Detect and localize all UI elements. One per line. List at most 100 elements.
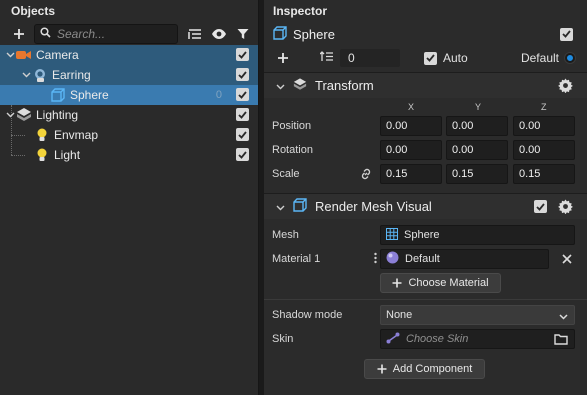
add-component-row: Add Component	[264, 357, 587, 381]
rotation-row: Rotation 0.00 0.00 0.00	[264, 138, 587, 162]
transform-icon	[293, 77, 307, 94]
scale-z-field[interactable]: 0.15	[513, 164, 575, 184]
add-object-icon[interactable]	[10, 25, 28, 43]
tree-item-label: Lighting	[36, 108, 79, 122]
chevron-down-icon[interactable]	[276, 79, 285, 93]
axis-z-label: Z	[541, 102, 547, 112]
rotation-y-field[interactable]: 0.00	[446, 140, 508, 160]
enabled-checkbox[interactable]	[236, 88, 249, 101]
rotation-x-field[interactable]: 0.00	[380, 140, 442, 160]
position-row: Position 0.00 0.00 0.00	[264, 114, 587, 138]
chevron-down-icon[interactable]	[4, 105, 16, 125]
tree-item-earring[interactable]: Earring	[0, 65, 258, 85]
auto-toggle[interactable]: Auto	[424, 51, 468, 65]
skin-placeholder: Choose Skin	[406, 333, 469, 345]
close-icon[interactable]	[562, 253, 572, 267]
position-z-field[interactable]: 0.00	[513, 116, 575, 136]
auto-label: Auto	[443, 51, 468, 65]
scene-object-icon	[16, 107, 32, 123]
chevron-down-icon[interactable]	[276, 200, 285, 214]
light-bulb-icon	[34, 147, 50, 163]
tree-item-label: Camera	[36, 48, 79, 62]
add-component-button[interactable]: Add Component	[364, 359, 485, 379]
gear-icon[interactable]	[558, 78, 573, 96]
skin-bone-icon	[386, 332, 400, 347]
enabled-checkbox[interactable]	[236, 68, 249, 81]
tree-item-count: 0	[215, 89, 222, 101]
plus-icon	[392, 278, 402, 288]
enabled-checkbox[interactable]	[236, 48, 249, 61]
mesh-field[interactable]: Sphere	[380, 225, 575, 245]
tree-item-light[interactable]: Light	[0, 145, 258, 165]
choose-material-row: Choose Material	[264, 271, 587, 295]
folder-icon[interactable]	[554, 333, 568, 348]
filter-icon[interactable]	[234, 25, 252, 43]
chevron-down-icon	[559, 311, 568, 323]
tree-item-lighting[interactable]: Lighting	[0, 105, 258, 125]
material-sphere-icon	[386, 251, 399, 267]
material-label: Material 1	[272, 253, 321, 265]
skin-label: Skin	[272, 333, 294, 345]
axis-x-label: X	[408, 102, 415, 112]
rotation-label: Rotation	[272, 144, 313, 156]
mesh-cube-icon	[50, 87, 66, 103]
visibility-eye-icon[interactable]	[210, 25, 228, 43]
choose-material-label: Choose Material	[408, 277, 489, 289]
section-divider	[264, 295, 587, 303]
skin-field[interactable]: Choose Skin	[380, 329, 575, 349]
tree-item-camera[interactable]: Camera	[0, 45, 258, 65]
layer-order-icon	[319, 51, 334, 65]
render-mesh-section-header[interactable]: Render Mesh Visual	[264, 193, 587, 219]
search-box[interactable]	[34, 24, 178, 44]
object-name[interactable]: Sphere	[293, 27, 335, 42]
rotation-z-field[interactable]: 0.00	[513, 140, 575, 160]
shadow-mode-select[interactable]: None	[380, 305, 575, 325]
axis-y-label: Y	[475, 102, 482, 112]
material-field[interactable]: Default	[380, 249, 549, 269]
position-label: Position	[272, 120, 312, 132]
default-toggle[interactable]: Default	[521, 51, 575, 65]
inspector-object-header: Sphere	[264, 22, 587, 46]
sort-list-icon[interactable]	[186, 25, 204, 43]
object-tree: Camera Earring Sphere 0 Lighting Envmap …	[0, 45, 258, 165]
transform-section-header[interactable]: Transform	[264, 72, 587, 98]
enabled-checkbox[interactable]	[236, 128, 249, 141]
light-bulb-icon	[34, 127, 50, 143]
mesh-grid-icon	[386, 227, 398, 243]
gear-icon[interactable]	[558, 199, 573, 217]
tree-item-label: Sphere	[70, 88, 109, 102]
render-mesh-title: Render Mesh Visual	[315, 199, 432, 214]
transform-title: Transform	[315, 78, 374, 93]
choose-material-button[interactable]: Choose Material	[380, 273, 501, 293]
render-mesh-enabled-checkbox[interactable]	[534, 200, 547, 213]
tree-item-sphere[interactable]: Sphere 0	[0, 85, 258, 105]
tree-item-envmap[interactable]: Envmap	[0, 125, 258, 145]
prefab-object-icon	[32, 67, 48, 83]
auto-checkbox[interactable]	[424, 51, 437, 65]
mesh-cube-icon	[293, 198, 307, 215]
position-x-field[interactable]: 0.00	[380, 116, 442, 136]
scale-label: Scale	[272, 168, 300, 180]
plus-icon	[377, 364, 387, 374]
drag-handle-icon[interactable]	[374, 252, 377, 267]
search-input[interactable]	[57, 27, 167, 41]
chevron-down-icon[interactable]	[20, 65, 32, 85]
mesh-label: Mesh	[272, 229, 299, 241]
skin-row: Skin Choose Skin	[264, 327, 587, 351]
shadow-label: Shadow mode	[272, 309, 343, 321]
tree-item-label: Envmap	[54, 128, 99, 142]
layer-number-field[interactable]: 0	[340, 49, 400, 67]
add-icon[interactable]	[274, 49, 292, 67]
enabled-checkbox[interactable]	[236, 148, 249, 161]
default-radio[interactable]	[565, 53, 575, 63]
chevron-down-icon[interactable]	[4, 45, 16, 65]
mesh-cube-icon	[273, 25, 287, 43]
position-y-field[interactable]: 0.00	[446, 116, 508, 136]
enabled-checkbox[interactable]	[236, 108, 249, 121]
scale-x-field[interactable]: 0.15	[380, 164, 442, 184]
inspector-panel: Inspector Sphere 0 Auto Default Transfor…	[264, 0, 587, 395]
inspector-options-bar: 0 Auto Default	[264, 46, 587, 70]
link-icon[interactable]	[359, 167, 373, 184]
object-enabled-checkbox[interactable]	[560, 27, 573, 41]
scale-y-field[interactable]: 0.15	[446, 164, 508, 184]
